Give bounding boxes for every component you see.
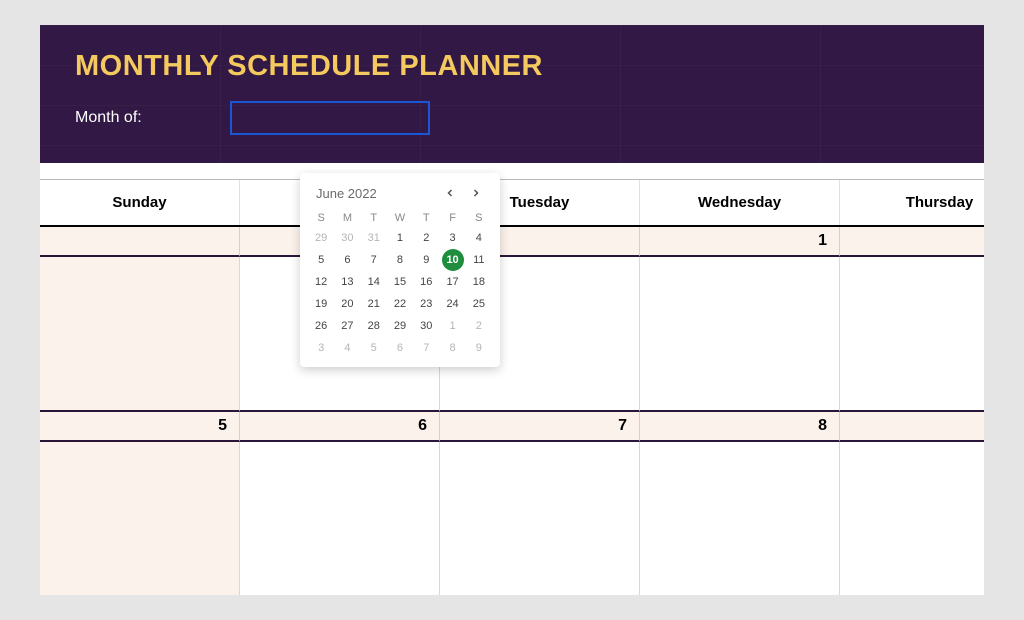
datepicker-day[interactable]: 17 bbox=[442, 271, 464, 293]
datepicker-day[interactable]: 14 bbox=[363, 271, 385, 293]
planner-body-cell[interactable] bbox=[240, 442, 440, 595]
datepicker-day[interactable]: 7 bbox=[415, 337, 437, 359]
spreadsheet-sheet: MONTHLY SCHEDULE PLANNER Month of: Sunda… bbox=[40, 25, 984, 595]
datepicker-day[interactable]: 29 bbox=[310, 227, 332, 249]
chevron-left-icon[interactable] bbox=[442, 185, 458, 201]
datepicker-day[interactable]: 30 bbox=[336, 227, 358, 249]
planner-body-row bbox=[40, 442, 984, 595]
planner-body-cell[interactable] bbox=[840, 257, 984, 412]
datepicker-dow: S bbox=[308, 209, 334, 227]
datepicker-day[interactable]: 22 bbox=[389, 293, 411, 315]
datepicker-grid: SMTWTFS293031123456789101112131415161718… bbox=[308, 209, 492, 359]
datepicker-day[interactable]: 3 bbox=[310, 337, 332, 359]
weekday-header: Wednesday bbox=[640, 180, 840, 225]
datepicker-day[interactable]: 1 bbox=[442, 315, 464, 337]
planner-date-cell[interactable]: 1 bbox=[640, 227, 840, 257]
datepicker-day[interactable]: 28 bbox=[363, 315, 385, 337]
datepicker-dow: T bbox=[361, 209, 387, 227]
planner-date-cell[interactable]: 6 bbox=[240, 412, 440, 442]
planner-body-cell[interactable] bbox=[840, 442, 984, 595]
datepicker-dow: S bbox=[466, 209, 492, 227]
planner-body-row bbox=[40, 257, 984, 412]
datepicker-day[interactable]: 1 bbox=[389, 227, 411, 249]
planner-body-cell[interactable] bbox=[640, 442, 840, 595]
datepicker-day[interactable]: 31 bbox=[363, 227, 385, 249]
datepicker-dow: T bbox=[413, 209, 439, 227]
spacer bbox=[40, 163, 984, 171]
weekday-header: Sunday bbox=[40, 180, 240, 225]
datepicker-day[interactable]: 24 bbox=[442, 293, 464, 315]
datepicker-day[interactable]: 8 bbox=[442, 337, 464, 359]
datepicker-day[interactable]: 27 bbox=[336, 315, 358, 337]
planner-date-cell[interactable]: 5 bbox=[40, 412, 240, 442]
datepicker-day[interactable]: 15 bbox=[389, 271, 411, 293]
datepicker-day[interactable]: 19 bbox=[310, 293, 332, 315]
datepicker-day[interactable]: 4 bbox=[468, 227, 490, 249]
datepicker-day[interactable]: 7 bbox=[363, 249, 385, 271]
datepicker-day[interactable]: 18 bbox=[468, 271, 490, 293]
datepicker-day[interactable]: 16 bbox=[415, 271, 437, 293]
planner-date-row: 1 bbox=[40, 227, 984, 257]
planner-body-cell[interactable] bbox=[40, 257, 240, 412]
sheet-header: MONTHLY SCHEDULE PLANNER Month of: bbox=[40, 25, 984, 163]
datepicker-day[interactable]: 3 bbox=[442, 227, 464, 249]
datepicker-day[interactable]: 25 bbox=[468, 293, 490, 315]
datepicker-day[interactable]: 13 bbox=[336, 271, 358, 293]
datepicker-day[interactable]: 30 bbox=[415, 315, 437, 337]
datepicker-day[interactable]: 21 bbox=[363, 293, 385, 315]
datepicker-day[interactable]: 11 bbox=[468, 249, 490, 271]
datepicker-day[interactable]: 4 bbox=[336, 337, 358, 359]
planner-date-cell[interactable]: 8 bbox=[640, 412, 840, 442]
planner-date-row: 5 6 7 8 bbox=[40, 412, 984, 442]
planner-body-cell[interactable] bbox=[40, 442, 240, 595]
datepicker-month-year[interactable]: June 2022 bbox=[316, 186, 377, 201]
datepicker-day[interactable]: 8 bbox=[389, 249, 411, 271]
datepicker-header: June 2022 bbox=[308, 183, 492, 209]
datepicker-day-today[interactable]: 10 bbox=[442, 249, 464, 271]
datepicker-day[interactable]: 6 bbox=[389, 337, 411, 359]
planner-date-cell[interactable] bbox=[40, 227, 240, 257]
datepicker-day[interactable]: 29 bbox=[389, 315, 411, 337]
datepicker-day[interactable]: 26 bbox=[310, 315, 332, 337]
datepicker-day[interactable]: 2 bbox=[415, 227, 437, 249]
datepicker-popup[interactable]: June 2022 SMTWTFS29303112345678910111213… bbox=[300, 173, 500, 367]
page-title: MONTHLY SCHEDULE PLANNER bbox=[75, 50, 949, 83]
datepicker-day[interactable]: 5 bbox=[310, 249, 332, 271]
planner-body-cell[interactable] bbox=[440, 442, 640, 595]
datepicker-dow: F bbox=[439, 209, 465, 227]
weekday-header: Thursday bbox=[840, 180, 984, 225]
datepicker-dow: M bbox=[334, 209, 360, 227]
planner-body-cell[interactable] bbox=[640, 257, 840, 412]
datepicker-day[interactable]: 5 bbox=[363, 337, 385, 359]
chevron-right-icon[interactable] bbox=[468, 185, 484, 201]
month-of-input[interactable] bbox=[230, 101, 430, 135]
month-row: Month of: bbox=[75, 101, 949, 135]
planner-date-cell[interactable]: 7 bbox=[440, 412, 640, 442]
planner-date-cell[interactable] bbox=[840, 227, 984, 257]
datepicker-day[interactable]: 6 bbox=[336, 249, 358, 271]
datepicker-day[interactable]: 2 bbox=[468, 315, 490, 337]
datepicker-day[interactable]: 20 bbox=[336, 293, 358, 315]
datepicker-day[interactable]: 12 bbox=[310, 271, 332, 293]
datepicker-dow: W bbox=[387, 209, 413, 227]
datepicker-nav bbox=[442, 185, 484, 201]
month-label: Month of: bbox=[75, 109, 142, 127]
datepicker-day[interactable]: 9 bbox=[415, 249, 437, 271]
weekday-header-row: Sunday Monday Tuesday Wednesday Thursday bbox=[40, 179, 984, 227]
datepicker-day[interactable]: 23 bbox=[415, 293, 437, 315]
datepicker-day[interactable]: 9 bbox=[468, 337, 490, 359]
planner-date-cell[interactable] bbox=[840, 412, 984, 442]
